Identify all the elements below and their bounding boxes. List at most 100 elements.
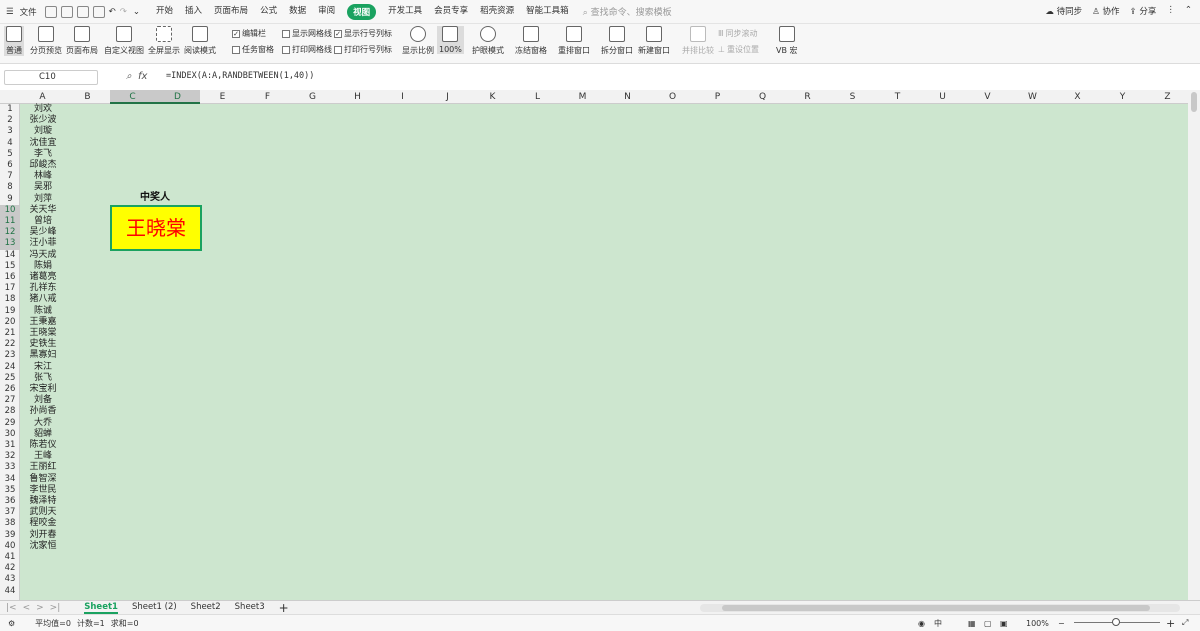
name-cell[interactable]: 刘开春: [20, 530, 66, 541]
input-method-icon[interactable]: 中: [934, 618, 942, 629]
chevron-down-icon[interactable]: ⌄: [133, 7, 140, 17]
collab-button[interactable]: ♙ 协作: [1092, 5, 1119, 17]
name-cell[interactable]: 猪八戒: [20, 294, 66, 305]
name-cell[interactable]: 张少波: [20, 115, 66, 126]
menu-tab[interactable]: 智能工具箱: [526, 4, 569, 20]
name-cell[interactable]: 王丽红: [20, 462, 66, 473]
column-header[interactable]: Z: [1145, 90, 1190, 104]
name-cell[interactable]: 沈佳宜: [20, 138, 66, 149]
row-header[interactable]: 10: [0, 204, 20, 216]
name-cell[interactable]: 王晓棠: [20, 328, 66, 339]
column-header[interactable]: I: [380, 90, 425, 104]
row-header[interactable]: 38: [0, 518, 20, 529]
zoom-button[interactable]: 显示比例: [402, 26, 434, 56]
column-header[interactable]: V: [965, 90, 1010, 104]
menu-icon[interactable]: ☰: [6, 7, 14, 17]
scroll-thumb[interactable]: [722, 605, 1150, 611]
row-header[interactable]: 41: [0, 552, 20, 563]
export-icon[interactable]: [60, 5, 73, 18]
select-all-corner[interactable]: [0, 90, 20, 104]
show-rowcol-checkbox[interactable]: ✓ 显示行号列标: [334, 28, 392, 39]
column-header[interactable]: G: [290, 90, 335, 104]
name-cell[interactable]: 冯天成: [20, 250, 66, 261]
menu-tab[interactable]: 数据: [289, 4, 306, 20]
row-header[interactable]: 18: [0, 294, 20, 305]
name-cell[interactable]: 魏泽特: [20, 496, 66, 507]
column-header[interactable]: T: [875, 90, 920, 104]
column-header[interactable]: E: [200, 90, 245, 104]
column-header[interactable]: O: [650, 90, 695, 104]
row-header[interactable]: 20: [0, 317, 20, 328]
search-input[interactable]: ⌕ 查找命令、搜索模板: [583, 5, 672, 18]
file-menu[interactable]: 文件: [20, 6, 37, 18]
name-cell[interactable]: 刘萍: [20, 194, 66, 205]
name-cell[interactable]: 汪小菲: [20, 238, 66, 249]
name-cell[interactable]: 黑寡妇: [20, 350, 66, 361]
last-sheet-icon[interactable]: >|: [50, 603, 61, 613]
edit-bar-checkbox[interactable]: ✓ 编辑栏: [232, 28, 266, 39]
row-header[interactable]: 14: [0, 250, 20, 261]
menu-tab[interactable]: 开始: [156, 4, 173, 20]
sheet-tab[interactable]: Sheet1 (2): [132, 602, 177, 614]
row-header[interactable]: 24: [0, 362, 20, 373]
zoom-level[interactable]: 100%: [1026, 619, 1049, 628]
page-break-view-icon[interactable]: ▣: [1000, 619, 1008, 628]
next-sheet-icon[interactable]: >: [36, 603, 44, 613]
zoom-out-icon[interactable]: −: [1058, 619, 1065, 628]
vb-macro-button[interactable]: VB 宏: [776, 26, 798, 56]
menu-tab[interactable]: 稻壳资源: [480, 4, 514, 20]
reading-mode-button[interactable]: 阅读模式: [184, 26, 216, 56]
name-cell[interactable]: 武则天: [20, 507, 66, 518]
column-header[interactable]: K: [470, 90, 515, 104]
first-sheet-icon[interactable]: |<: [6, 603, 17, 613]
row-header[interactable]: 23: [0, 350, 20, 361]
eye-mode-button[interactable]: 护眼模式: [472, 26, 504, 56]
fullscreen-button[interactable]: 全屏显示: [148, 26, 180, 56]
page-layout-button[interactable]: 页面布局: [66, 26, 98, 56]
sheet-tab[interactable]: Sheet1: [84, 602, 118, 614]
custom-view-button[interactable]: 自定义视图: [104, 26, 144, 56]
row-header[interactable]: 29: [0, 418, 20, 429]
row-header[interactable]: 30: [0, 429, 20, 440]
name-cell[interactable]: 鲁智深: [20, 474, 66, 485]
save-icon[interactable]: [44, 5, 57, 18]
row-header[interactable]: 7: [0, 171, 20, 182]
column-header[interactable]: N: [605, 90, 650, 104]
sync-button[interactable]: ☁ 待同步: [1045, 5, 1082, 17]
name-cell[interactable]: 刘欢: [20, 104, 66, 115]
row-header[interactable]: 37: [0, 507, 20, 518]
name-cell[interactable]: 孔祥东: [20, 283, 66, 294]
row-header[interactable]: 6: [0, 160, 20, 171]
row-header[interactable]: 16: [0, 272, 20, 283]
eye-mode-status-icon[interactable]: ◉: [918, 619, 925, 628]
row-header[interactable]: 32: [0, 451, 20, 462]
page-layout-view-icon[interactable]: ▢: [984, 619, 992, 628]
row-header[interactable]: 1: [0, 104, 20, 115]
name-cell[interactable]: 史铁生: [20, 339, 66, 350]
add-sheet-icon[interactable]: +: [279, 601, 289, 615]
name-cell[interactable]: 宋江: [20, 362, 66, 373]
name-cell[interactable]: 关天华: [20, 205, 66, 216]
row-header[interactable]: 22: [0, 339, 20, 350]
column-header[interactable]: L: [515, 90, 560, 104]
name-cell[interactable]: 陈娟: [20, 261, 66, 272]
column-header[interactable]: S: [830, 90, 875, 104]
column-header[interactable]: M: [560, 90, 605, 104]
column-header[interactable]: B: [65, 90, 110, 104]
scroll-thumb[interactable]: [1191, 92, 1197, 112]
menu-tab[interactable]: 开发工具: [388, 4, 422, 20]
vertical-scrollbar[interactable]: [1188, 90, 1200, 600]
column-header[interactable]: X: [1055, 90, 1100, 104]
row-header[interactable]: 35: [0, 485, 20, 496]
name-cell[interactable]: 邱峻杰: [20, 160, 66, 171]
column-header[interactable]: R: [785, 90, 830, 104]
name-cell[interactable]: 李世民: [20, 485, 66, 496]
name-cell[interactable]: 刘备: [20, 395, 66, 406]
fx-icon[interactable]: ⌕ fx: [126, 71, 147, 82]
row-header[interactable]: 9: [0, 194, 20, 205]
row-header[interactable]: 15: [0, 261, 20, 272]
row-header[interactable]: 36: [0, 496, 20, 507]
menu-tab[interactable]: 页面布局: [214, 4, 248, 20]
print-icon[interactable]: [76, 5, 89, 18]
sheet-tab[interactable]: Sheet2: [191, 602, 221, 614]
